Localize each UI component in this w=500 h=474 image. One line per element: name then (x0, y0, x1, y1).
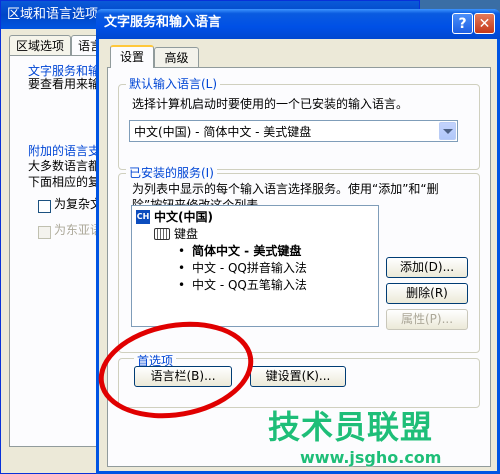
language-node[interactable]: 中文(中国) (154, 209, 213, 225)
service-item[interactable]: 中文 - QQ拼音输入法 (192, 260, 307, 276)
bg-east-asian-label: 为东亚语 (54, 223, 103, 237)
default-language-label: 默认输入语言(L) (126, 77, 221, 91)
bg-group-text-services-text: 要查看用来输 (28, 77, 101, 91)
dialog-title: 文字服务和输入语言 (104, 15, 222, 30)
bullet-icon: • (178, 261, 186, 275)
tab-settings[interactable]: 设置 (110, 45, 154, 68)
watermark-url: www.jsgho.com (300, 448, 442, 467)
service-item[interactable]: 简体中文 - 美式键盘 (192, 243, 301, 259)
keyboard-category[interactable]: 键盘 (174, 226, 198, 242)
bg-group-supplemental-label: 附加的语言支 (28, 144, 101, 158)
bg-east-asian-checkbox[interactable] (38, 226, 51, 239)
bullet-icon: • (178, 278, 186, 292)
dialog-title-bar: 文字服务和输入语言 ? ✕ (96, 9, 500, 39)
default-language-dropdown[interactable]: 中文(中国) - 简体中文 - 美式键盘 (129, 120, 458, 142)
installed-services-list[interactable]: CH 中文(中国) 键盘 • 简体中文 - 美式键盘 • 中文 - QQ拼音输入… (131, 205, 379, 327)
watermark-title: 技术员联盟 (268, 408, 434, 446)
remove-button[interactable]: 删除(R) (386, 283, 468, 304)
service-item[interactable]: 中文 - QQ五笔输入法 (192, 277, 307, 293)
close-button[interactable]: ✕ (474, 13, 495, 34)
bg-supplemental-line-2: 下面相应的复 (28, 175, 101, 189)
add-button[interactable]: 添加(D)... (386, 257, 468, 278)
installed-services-description-1: 为列表中显示的每个输入语言选择服务。使用“添加”和“删 (132, 182, 439, 196)
chevron-down-icon (443, 129, 453, 134)
bullet-icon: • (178, 244, 186, 258)
keyboard-icon (154, 228, 170, 240)
default-language-description: 选择计算机启动时要使用的一个已安装的输入语言。 (132, 97, 409, 111)
key-settings-button[interactable]: 键设置(K)... (250, 366, 346, 387)
tab-advanced[interactable]: 高级 (154, 47, 199, 67)
installed-services-label: 已安装的服务(I) (126, 166, 217, 180)
default-language-value: 中文(中国) - 简体中文 - 美式键盘 (134, 125, 312, 139)
bg-tab-regional[interactable]: 区域选项 (9, 35, 72, 56)
bg-complex-script-label: 为复杂文 (54, 197, 103, 211)
help-button[interactable]: ? (452, 13, 473, 34)
language-badge-icon: CH (136, 210, 150, 224)
bg-supplemental-line-1: 大多数语言都 (28, 159, 101, 173)
properties-button[interactable]: 属性(P)... (386, 309, 468, 330)
bg-complex-script-checkbox[interactable] (38, 200, 51, 213)
dropdown-button[interactable] (439, 122, 456, 140)
